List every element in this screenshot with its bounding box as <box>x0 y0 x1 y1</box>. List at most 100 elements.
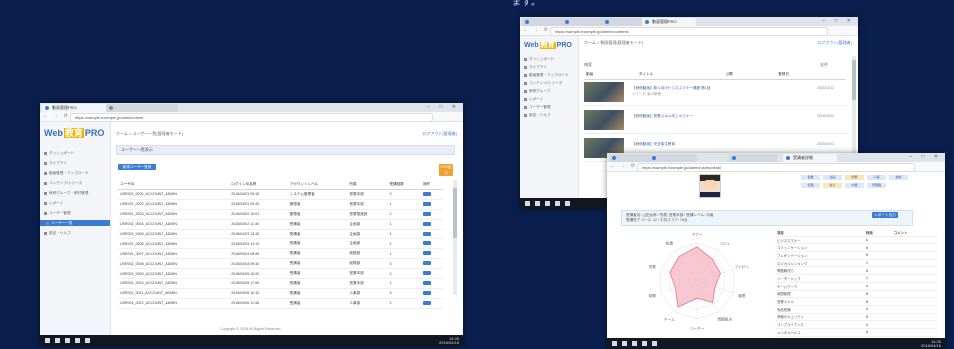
tag-item[interactable]: 管理職 <box>867 183 886 188</box>
taskview-icon[interactable] <box>545 201 550 206</box>
explorer-icon[interactable] <box>565 201 570 206</box>
url-input[interactable]: https://sample.example.jp/admin/users <box>70 113 433 122</box>
column-header[interactable]: タイトル <box>636 70 724 80</box>
app-logo[interactable]: Web 教育 PRO <box>44 126 104 139</box>
skill-row[interactable]: チームワーク A <box>775 282 937 291</box>
table-row[interactable]: USR001_0004_ACCOUNT_ADMIN 2018/04/02 11:3… <box>118 219 443 230</box>
edit-button[interactable] <box>423 241 432 246</box>
column-header[interactable]: アカウントレベル <box>287 180 348 190</box>
table-row[interactable]: USR001_0011_ACCOUNT_ADMIN 2018/04/06 10:1… <box>118 288 443 299</box>
skill-row[interactable]: ビジネスマナー A <box>775 236 937 245</box>
table-row[interactable]: USR001_0003_ACCOUNT_ADMIN 2018/04/02 10:0… <box>118 209 443 220</box>
skill-row[interactable]: 時間管理 B <box>775 290 937 299</box>
table-row[interactable]: USR001_0012_ACCOUNT_ADMIN 2018/04/06 11:4… <box>118 298 443 309</box>
explorer-icon[interactable] <box>652 341 657 346</box>
table-row[interactable]: USR001_0006_ACCOUNT_ADMIN 2018/04/03 14:1… <box>118 238 443 250</box>
column-header[interactable]: 動画 <box>584 70 637 80</box>
column-header[interactable]: 操作 <box>421 180 443 190</box>
skill-row[interactable]: 営業スキル B <box>775 297 937 306</box>
skill-row[interactable]: 情報セキュリティ B <box>775 313 937 322</box>
sidebar-item[interactable]: 研修グループ・教材管理 <box>44 190 106 196</box>
skill-row[interactable]: コンプライアンス A <box>775 320 937 329</box>
skill-row[interactable]: ロジカルシンキング C <box>775 259 937 268</box>
sidebar-item[interactable]: レポート <box>524 96 574 102</box>
video-row[interactable]: 【研修動画】新人向けビジネスマナー講座 第1回 シリーズ: 新人研修 2018/03… <box>584 80 848 106</box>
sidebar-item[interactable]: レポート <box>44 200 106 206</box>
scrollbar[interactable] <box>453 180 457 295</box>
sidebar-item[interactable]: ライブラリ <box>44 160 106 166</box>
search-icon[interactable] <box>535 201 540 206</box>
sidebar-item[interactable]: 動画管理・アップロード <box>44 170 106 176</box>
video-thumbnail[interactable] <box>584 110 624 130</box>
column-header[interactable]: 登録日 <box>776 70 846 80</box>
report-button[interactable]: レポート出力 <box>872 212 898 218</box>
table-row[interactable]: USR001_0009_ACCOUNT_ADMIN 2018/04/05 16:2… <box>118 268 443 280</box>
start-icon[interactable] <box>45 338 50 343</box>
taskview-icon[interactable] <box>65 338 70 343</box>
browser-icon[interactable] <box>75 338 80 343</box>
sidebar-item[interactable]: ダッシュボード <box>44 150 106 156</box>
skill-row[interactable]: プレゼンテーション B <box>775 251 937 260</box>
skill-row[interactable]: 問題解決力 B <box>775 266 937 276</box>
table-row[interactable]: USR001_0001_ACCOUNT_ADMIN 2018/04/01 09:1… <box>118 189 443 200</box>
nav-arrows-icon[interactable]: ← → ⟳ <box>43 113 70 119</box>
url-input[interactable]: https://sample.example.jp/admin/contents <box>550 27 828 36</box>
search-icon[interactable] <box>622 341 627 346</box>
tag-item[interactable]: 中堅 <box>845 183 864 188</box>
column-header[interactable]: 受講回数 <box>387 180 422 190</box>
edit-button[interactable] <box>423 271 432 276</box>
nav-arrows-icon[interactable]: ← → ⟳ <box>523 27 550 33</box>
logout-link[interactable]: ログアウト(管理者) <box>422 131 457 137</box>
tag-item[interactable]: 人事 <box>867 175 886 180</box>
sidebar-item[interactable]: ユーザー管理 <box>524 104 574 110</box>
window-controls[interactable]: – □ ✕ <box>427 104 460 110</box>
table-row[interactable]: USR001_0007_ACCOUNT_ADMIN 2018/04/04 08:5… <box>118 248 443 260</box>
edit-button[interactable] <box>423 221 432 226</box>
skill-row[interactable]: 商品知識 A <box>775 305 937 314</box>
sidebar-item[interactable]: 動画管理・アップロード <box>524 72 574 78</box>
column-header[interactable]: ログインID名称 <box>229 180 288 190</box>
table-row[interactable]: USR001_0008_ACCOUNT_ADMIN 2018/04/04 09:4… <box>118 258 443 270</box>
nav-arrows-icon[interactable]: ← → ⟳ <box>610 163 637 169</box>
skill-row[interactable]: コミュニケーション B <box>775 243 937 253</box>
sidebar-item[interactable]: ユーザー一覧 <box>40 220 110 226</box>
table-row[interactable]: USR001_0005_ACCOUNT_ADMIN 2018/04/03 13:4… <box>118 229 443 240</box>
logout-link[interactable]: ログアウト(管理者) <box>817 40 852 46</box>
tag-item[interactable]: 営業 <box>801 175 820 180</box>
video-thumbnail[interactable] <box>584 82 624 102</box>
browser-tab[interactable] <box>729 154 777 162</box>
browser-icon[interactable] <box>642 341 647 346</box>
edit-button[interactable] <box>423 290 432 295</box>
taskview-icon[interactable] <box>632 341 637 346</box>
filter-label[interactable]: 全件 <box>820 62 828 68</box>
column-header[interactable]: 公開 <box>723 70 777 80</box>
edit-button[interactable] <box>423 201 432 206</box>
browser-tab-active[interactable]: 動画管理PRO <box>642 18 696 26</box>
csv-export-button[interactable]: CSV出力 <box>439 164 453 176</box>
edit-button[interactable] <box>423 261 432 266</box>
tag-item[interactable]: 新人 <box>823 183 842 188</box>
window-controls[interactable]: – □ ✕ <box>822 18 855 24</box>
edit-button[interactable] <box>423 300 432 305</box>
browser-tab-2[interactable] <box>106 104 178 112</box>
sidebar-item[interactable]: コンテンツ/シリーズ <box>524 80 574 86</box>
window-controls[interactable]: – □ ✕ <box>909 154 942 160</box>
browser-tab[interactable] <box>649 154 697 162</box>
browser-icon[interactable] <box>555 201 560 206</box>
edit-button[interactable] <box>423 280 432 285</box>
start-icon[interactable] <box>612 341 617 346</box>
edit-button[interactable] <box>423 211 432 216</box>
column-header[interactable]: ユーザID <box>118 180 230 190</box>
tag-item[interactable]: 技術 <box>889 175 908 180</box>
browser-tab-active[interactable]: 受講者詳細 <box>783 154 837 162</box>
edit-button[interactable] <box>423 231 432 236</box>
app-logo[interactable]: Web 教育 PRO <box>524 40 572 50</box>
tag-item[interactable]: 管理 <box>801 183 820 188</box>
search-icon[interactable] <box>55 338 60 343</box>
tag-item[interactable]: 総務 <box>845 175 864 180</box>
add-user-button[interactable]: 新規ユーザー登録 <box>118 164 156 170</box>
table-row[interactable]: USR001_0010_ACCOUNT_ADMIN 2018/04/05 17:0… <box>118 278 443 289</box>
explorer-icon[interactable] <box>85 338 90 343</box>
edit-button[interactable] <box>423 251 432 256</box>
sidebar-item[interactable]: 設定・ヘルプ <box>524 112 574 118</box>
